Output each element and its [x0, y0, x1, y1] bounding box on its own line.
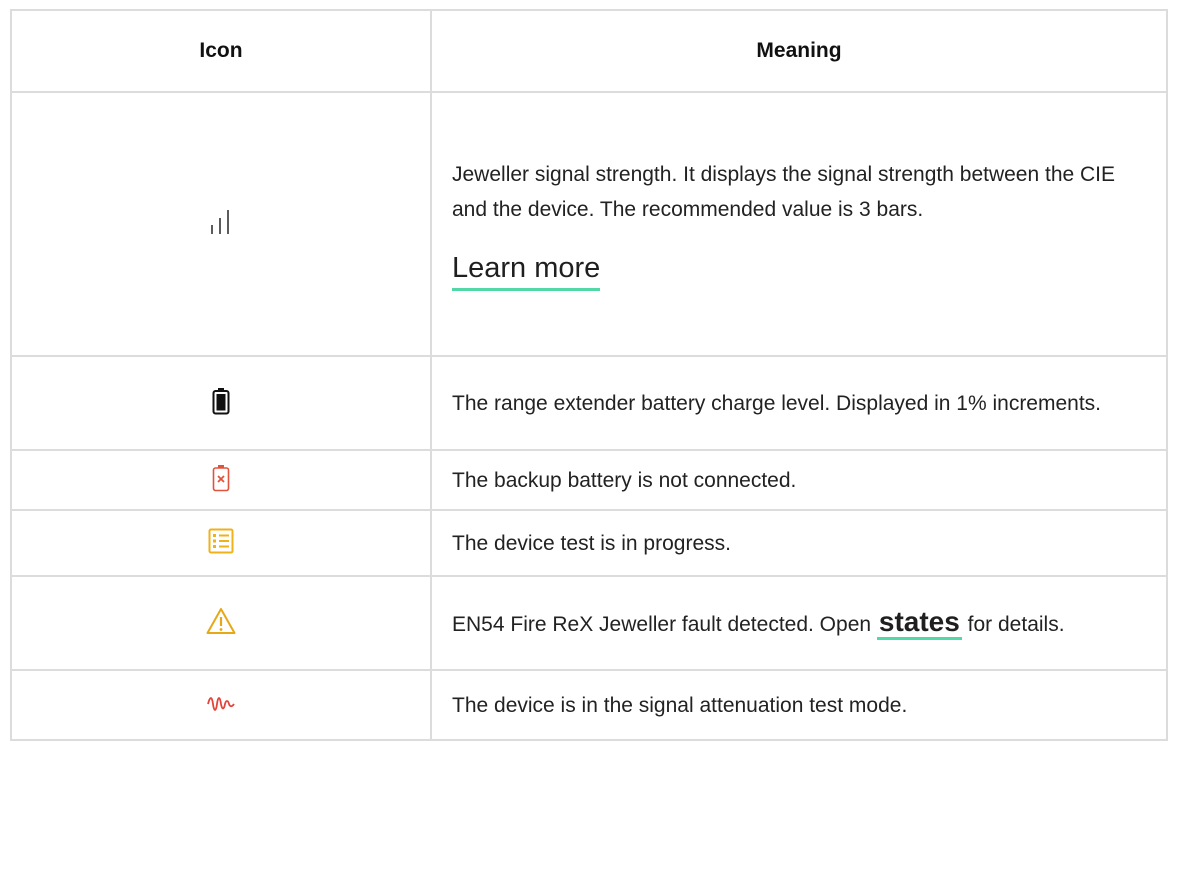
table-row: The device test is in progress.	[10, 509, 1168, 577]
learn-more-link[interactable]: Learn more	[452, 251, 601, 291]
icon-cell	[10, 449, 432, 511]
table-row: The backup battery is not connected.	[10, 449, 1168, 511]
meaning-text-after: for details.	[961, 613, 1065, 636]
icon-cell	[10, 575, 432, 671]
meaning-text: Jeweller signal strength. It displays th…	[452, 163, 1116, 221]
signal-strength-icon	[207, 208, 235, 241]
meaning-cell: EN54 Fire ReX Jeweller fault detected. O…	[430, 575, 1168, 671]
header-meaning: Meaning	[430, 9, 1168, 93]
battery-disconnected-icon	[212, 464, 230, 497]
icon-cell	[10, 355, 432, 451]
icon-cell	[10, 91, 432, 357]
meaning-text: The device is in the signal attenuation …	[430, 669, 1168, 741]
icon-cell	[10, 509, 432, 577]
device-test-icon	[208, 528, 234, 559]
battery-full-icon	[212, 387, 230, 420]
header-icon: Icon	[10, 9, 432, 93]
warning-icon	[206, 607, 236, 640]
meaning-text: The backup battery is not connected.	[430, 449, 1168, 511]
table-row: EN54 Fire ReX Jeweller fault detected. O…	[10, 575, 1168, 671]
table-row: Jeweller signal strength. It displays th…	[10, 91, 1168, 357]
meaning-text: The device test is in progress.	[430, 509, 1168, 577]
table-row: The range extender battery charge level.…	[10, 355, 1168, 451]
states-link[interactable]: states	[876, 606, 962, 640]
icons-table: Icon Meaning Jeweller signal strength. I…	[10, 9, 1168, 741]
meaning-text: The range extender battery charge level.…	[430, 355, 1168, 451]
icon-cell	[10, 669, 432, 741]
meaning-text-before: EN54 Fire ReX Jeweller fault detected. O…	[452, 613, 877, 636]
signal-attenuation-icon	[207, 692, 235, 719]
meaning-cell: Jeweller signal strength. It displays th…	[430, 91, 1168, 357]
table-header-row: Icon Meaning	[10, 9, 1168, 93]
table-row: The device is in the signal attenuation …	[10, 669, 1168, 741]
